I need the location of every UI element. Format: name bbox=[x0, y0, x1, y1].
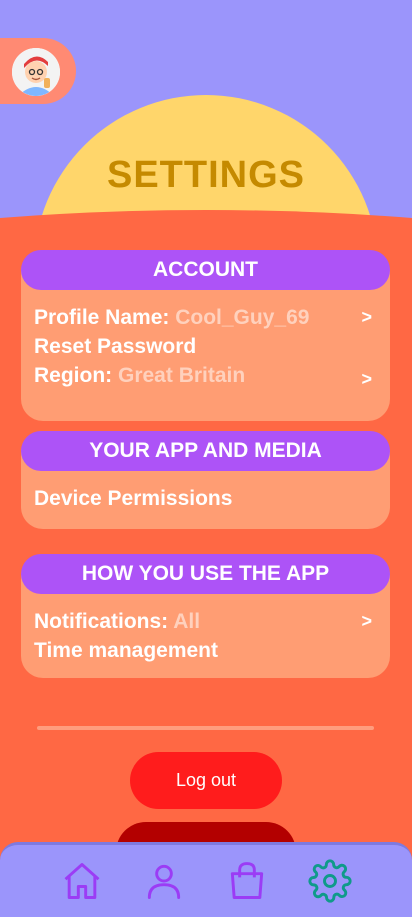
chevron-right-icon: > bbox=[361, 307, 372, 327]
avatar[interactable] bbox=[10, 46, 62, 98]
nav-shop[interactable] bbox=[221, 855, 273, 907]
time-management-row[interactable]: Time management bbox=[21, 636, 390, 665]
profile-name-row[interactable]: Profile Name: Cool_Guy_69 > bbox=[21, 303, 390, 332]
section-header-account: ACCOUNT bbox=[21, 250, 390, 290]
logout-button[interactable]: Log out bbox=[130, 752, 282, 809]
time-management-label: Time management bbox=[34, 639, 219, 662]
settings-gear-icon bbox=[308, 859, 352, 903]
home-icon bbox=[64, 863, 100, 899]
avatar-illustration-icon bbox=[12, 48, 60, 96]
chevron-right-icon: > bbox=[361, 369, 372, 389]
reset-password-label: Reset Password bbox=[34, 335, 197, 358]
section-account: ACCOUNT Profile Name: Cool_Guy_69 > Rese… bbox=[21, 250, 390, 421]
bottom-nav bbox=[0, 842, 412, 917]
region-row[interactable]: Region: Great Britain > bbox=[21, 361, 390, 390]
profile-icon bbox=[147, 864, 181, 899]
section-app-media: YOUR APP AND MEDIA Device Permissions bbox=[21, 431, 390, 529]
shopping-bag-icon bbox=[230, 862, 264, 899]
notifications-row[interactable]: Notifications: All > bbox=[21, 607, 390, 636]
section-header-app-usage: HOW YOU USE THE APP bbox=[21, 554, 390, 594]
profile-name-value: Cool_Guy_69 bbox=[175, 306, 310, 329]
device-permissions-row[interactable]: Device Permissions bbox=[21, 484, 390, 513]
region-value: Great Britain bbox=[118, 364, 246, 387]
section-header-app-media: YOUR APP AND MEDIA bbox=[21, 431, 390, 471]
chevron-right-icon: > bbox=[361, 611, 372, 631]
region-label: Region: bbox=[34, 364, 113, 387]
divider bbox=[37, 726, 374, 730]
notifications-label: Notifications: bbox=[34, 610, 169, 633]
nav-home[interactable] bbox=[56, 855, 108, 907]
page-title: SETTINGS bbox=[106, 154, 306, 196]
profile-name-label: Profile Name: bbox=[34, 306, 170, 329]
nav-profile[interactable] bbox=[138, 855, 190, 907]
section-app-usage: HOW YOU USE THE APP Notifications: All >… bbox=[21, 554, 390, 678]
device-permissions-label: Device Permissions bbox=[34, 487, 233, 510]
notifications-value: All bbox=[173, 610, 201, 633]
reset-password-row[interactable]: Reset Password bbox=[21, 332, 390, 361]
avatar-tab[interactable] bbox=[0, 38, 76, 104]
nav-settings[interactable] bbox=[304, 855, 356, 907]
